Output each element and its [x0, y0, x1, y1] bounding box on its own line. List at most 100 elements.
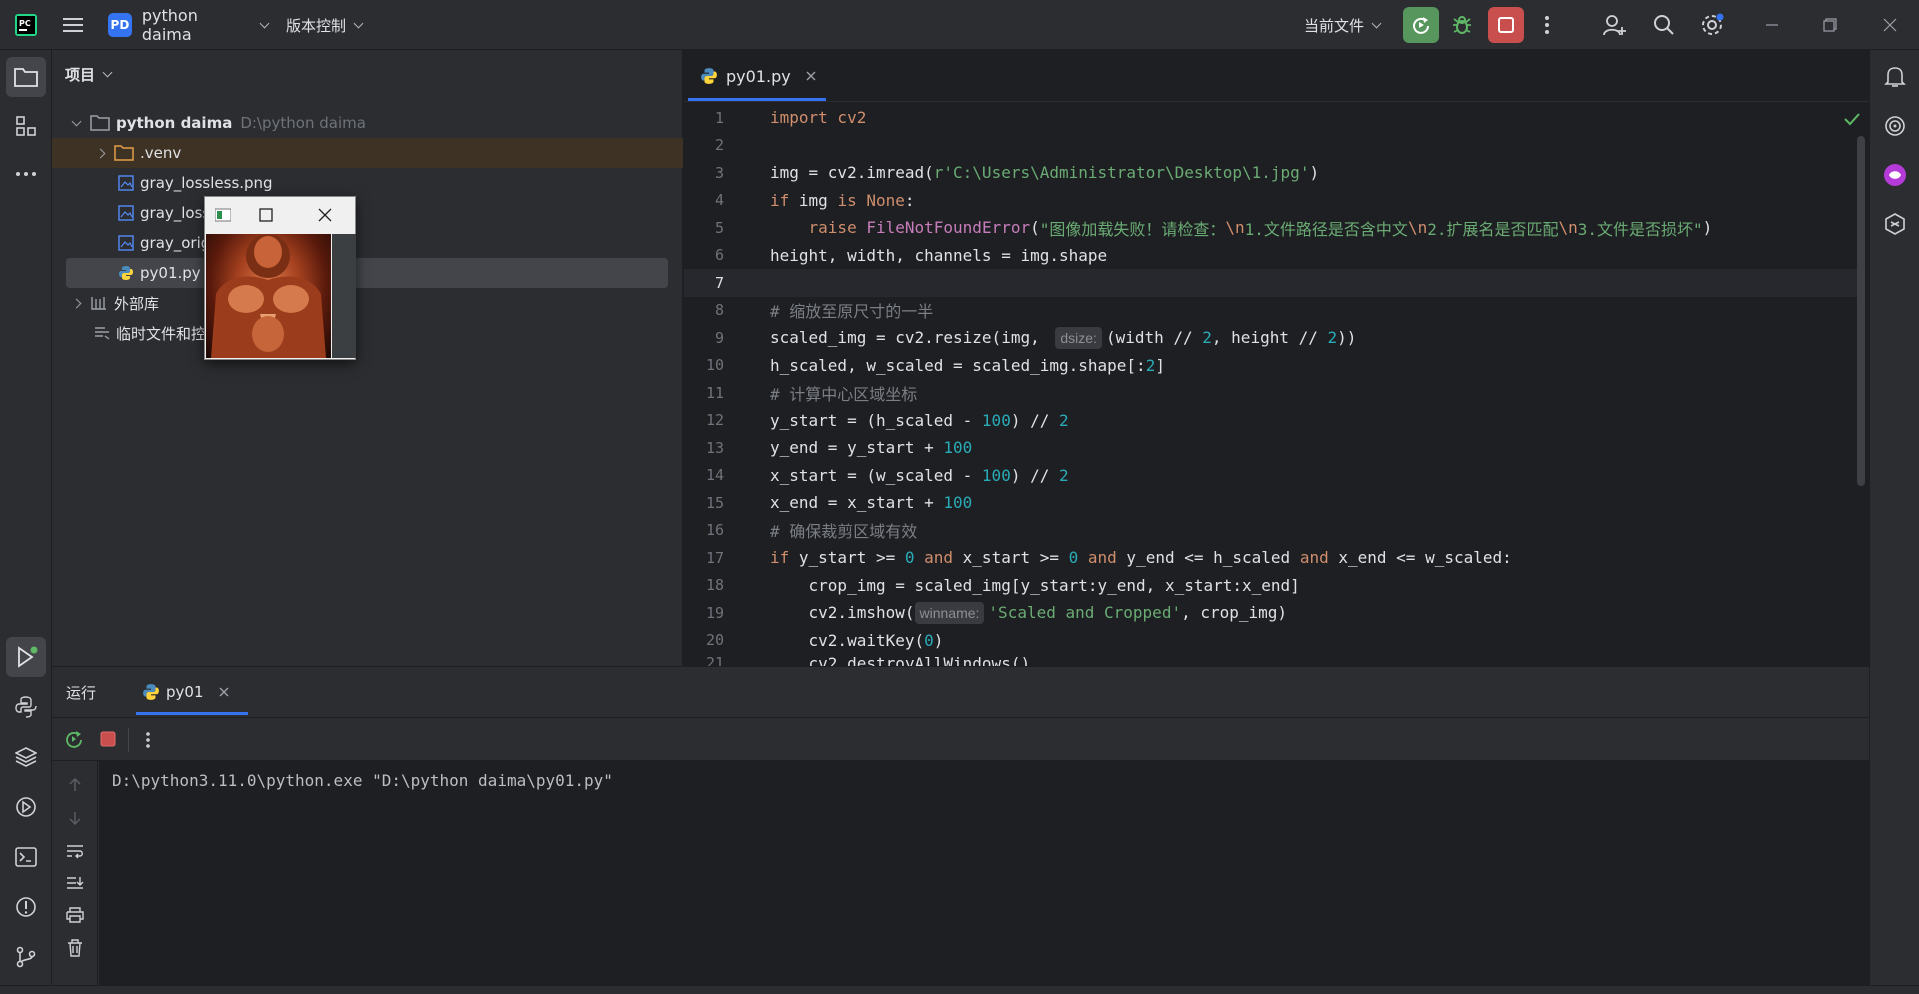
caret-right-icon[interactable] [90, 148, 110, 158]
code-line: 6 height, width, channels = img.shape [714, 245, 1108, 265]
code-line: 20 cv2.waitKey(0) [705, 630, 944, 650]
project-panel-header[interactable]: 项目 [65, 64, 113, 85]
python-console-button[interactable] [6, 687, 46, 727]
tree-item-venv[interactable]: .venv [52, 138, 683, 168]
run-tab-py01[interactable]: py01 [132, 667, 274, 717]
terminal-button[interactable] [6, 837, 46, 877]
caret-right-icon[interactable] [66, 298, 86, 308]
run-tool-button[interactable] [6, 637, 46, 677]
maximize-icon [259, 208, 273, 222]
left-tool-strip [0, 50, 52, 985]
stop-button[interactable] [1487, 0, 1525, 50]
ai-assistant-icon[interactable] [1875, 106, 1915, 146]
structure-tool-button[interactable] [6, 106, 46, 146]
editor-scrollbar[interactable] [1857, 136, 1865, 486]
code-line: 14 x_start = (w_scaled - 100) // 2 [705, 465, 1069, 485]
scroll-down-icon[interactable] [67, 810, 83, 826]
caret-down-icon[interactable] [66, 116, 86, 126]
opencv-image-window[interactable] [204, 196, 356, 360]
problems-button[interactable] [6, 887, 46, 927]
python-file-icon [701, 68, 717, 84]
tree-item-file[interactable]: gray_loss [52, 198, 683, 228]
python-packages-button[interactable] [6, 737, 46, 777]
tree-item-scratches[interactable]: 临时文件和控 [52, 318, 683, 348]
tree-item-py01[interactable]: py01.py [66, 258, 668, 288]
rerun-icon[interactable] [64, 729, 84, 749]
vcs-menu[interactable]: 版本控制 [286, 0, 376, 50]
tree-item-file[interactable]: gray_lossless.png [52, 168, 683, 198]
main-menu-icon[interactable] [58, 0, 88, 50]
stop-icon [1498, 17, 1514, 33]
tree-item-external-libs[interactable]: 外部库 [52, 288, 683, 318]
console-side-toolbar [52, 761, 98, 986]
popup-title-bar[interactable] [205, 197, 355, 233]
trash-icon[interactable] [67, 939, 83, 957]
code-line: 9 scaled_img = cv2.resize(img, dsize: (wid… [714, 326, 1357, 349]
pycharm-logo-icon[interactable]: PC [10, 0, 42, 50]
run-panel: 运行 py01 D:\python3.11.0\python.exe "D:\p… [52, 666, 1869, 986]
run-config-label: 当前文件 [1304, 16, 1365, 35]
console-output[interactable]: D:\python3.11.0\python.exe "D:\python da… [99, 761, 1869, 986]
plugin-icon[interactable] [1875, 155, 1915, 195]
tab-py01[interactable]: py01.py [684, 50, 824, 102]
svg-text:PC: PC [19, 19, 31, 28]
rerun-button[interactable] [1402, 0, 1440, 50]
code-line: 16 # 确保裁剪区域有效 [705, 521, 918, 542]
tree-item-label: gray_loss [140, 204, 211, 222]
print-icon[interactable] [66, 907, 84, 923]
restore-window-icon[interactable] [1812, 0, 1848, 50]
scroll-up-icon[interactable] [67, 777, 83, 793]
chevron-down-icon [1371, 18, 1382, 28]
soft-wrap-icon[interactable] [66, 843, 84, 859]
code-line: 15 x_end = x_start + 100 [705, 493, 973, 513]
project-panel: 项目 python daima D:\python daima .venv gr… [52, 50, 683, 666]
code-line: 19 cv2.imshow(winname: 'Scaled and Croppe… [705, 601, 1288, 624]
run-toolbar [52, 717, 1869, 761]
popup-side-area [332, 234, 356, 358]
code-editor: py01.py 1 import cv2 2 3 img = cv2.imread(… [684, 50, 1869, 666]
scratch-file-icon [95, 327, 110, 340]
terminal-icon [15, 847, 37, 867]
notifications-bell-icon[interactable] [1875, 57, 1915, 97]
bug-icon [1453, 16, 1471, 34]
tree-item-root[interactable]: python daima D:\python daima [52, 108, 683, 138]
close-tab-icon [806, 71, 816, 81]
more-actions-icon[interactable] [1534, 0, 1560, 50]
code-line: 4 if img is None: [714, 190, 915, 210]
git-button[interactable] [6, 937, 46, 977]
close-tab-icon [219, 687, 228, 697]
tree-item-label: 临时文件和控 [116, 324, 207, 343]
python-file-icon [143, 684, 159, 700]
parameter-hint: dsize: [1055, 326, 1102, 349]
folder-icon [114, 145, 134, 161]
tree-item-file[interactable]: gray_orig [52, 228, 683, 258]
git-branch-icon [16, 946, 36, 968]
window-app-icon [215, 208, 231, 222]
more-actions-icon[interactable] [145, 731, 151, 749]
stop-icon[interactable] [100, 731, 116, 747]
active-tab-indicator [688, 98, 826, 101]
close-icon [318, 208, 332, 222]
minimize-window-icon[interactable] [1754, 0, 1790, 50]
copilot-icon[interactable] [1875, 204, 1915, 244]
services-button[interactable] [6, 787, 46, 827]
project-switcher[interactable]: PD python daima [108, 0, 270, 50]
scroll-to-end-icon[interactable] [66, 875, 84, 891]
code-line: 1 import cv2 [714, 108, 867, 128]
more-tools-icon[interactable] [6, 154, 46, 194]
debug-button[interactable] [1446, 0, 1478, 50]
tree-item-label: python daima [116, 114, 233, 132]
tree-item-label: gray_lossless.png [140, 174, 273, 192]
run-panel-header: 运行 py01 [52, 667, 1869, 717]
rerun-icon [1413, 17, 1429, 34]
settings-gear-icon[interactable] [1694, 0, 1730, 50]
close-window-icon[interactable] [1870, 0, 1910, 50]
search-icon[interactable] [1646, 0, 1682, 50]
add-user-icon[interactable] [1596, 0, 1632, 50]
code-line: 12 y_start = (h_scaled - 100) // 2 [705, 410, 1069, 430]
active-run-tab-indicator [136, 712, 248, 715]
project-tool-button[interactable] [6, 57, 46, 97]
parameter-hint: winname: [914, 601, 985, 624]
layers-icon [15, 747, 37, 767]
run-config-selector[interactable]: 当前文件 [1304, 0, 1388, 50]
